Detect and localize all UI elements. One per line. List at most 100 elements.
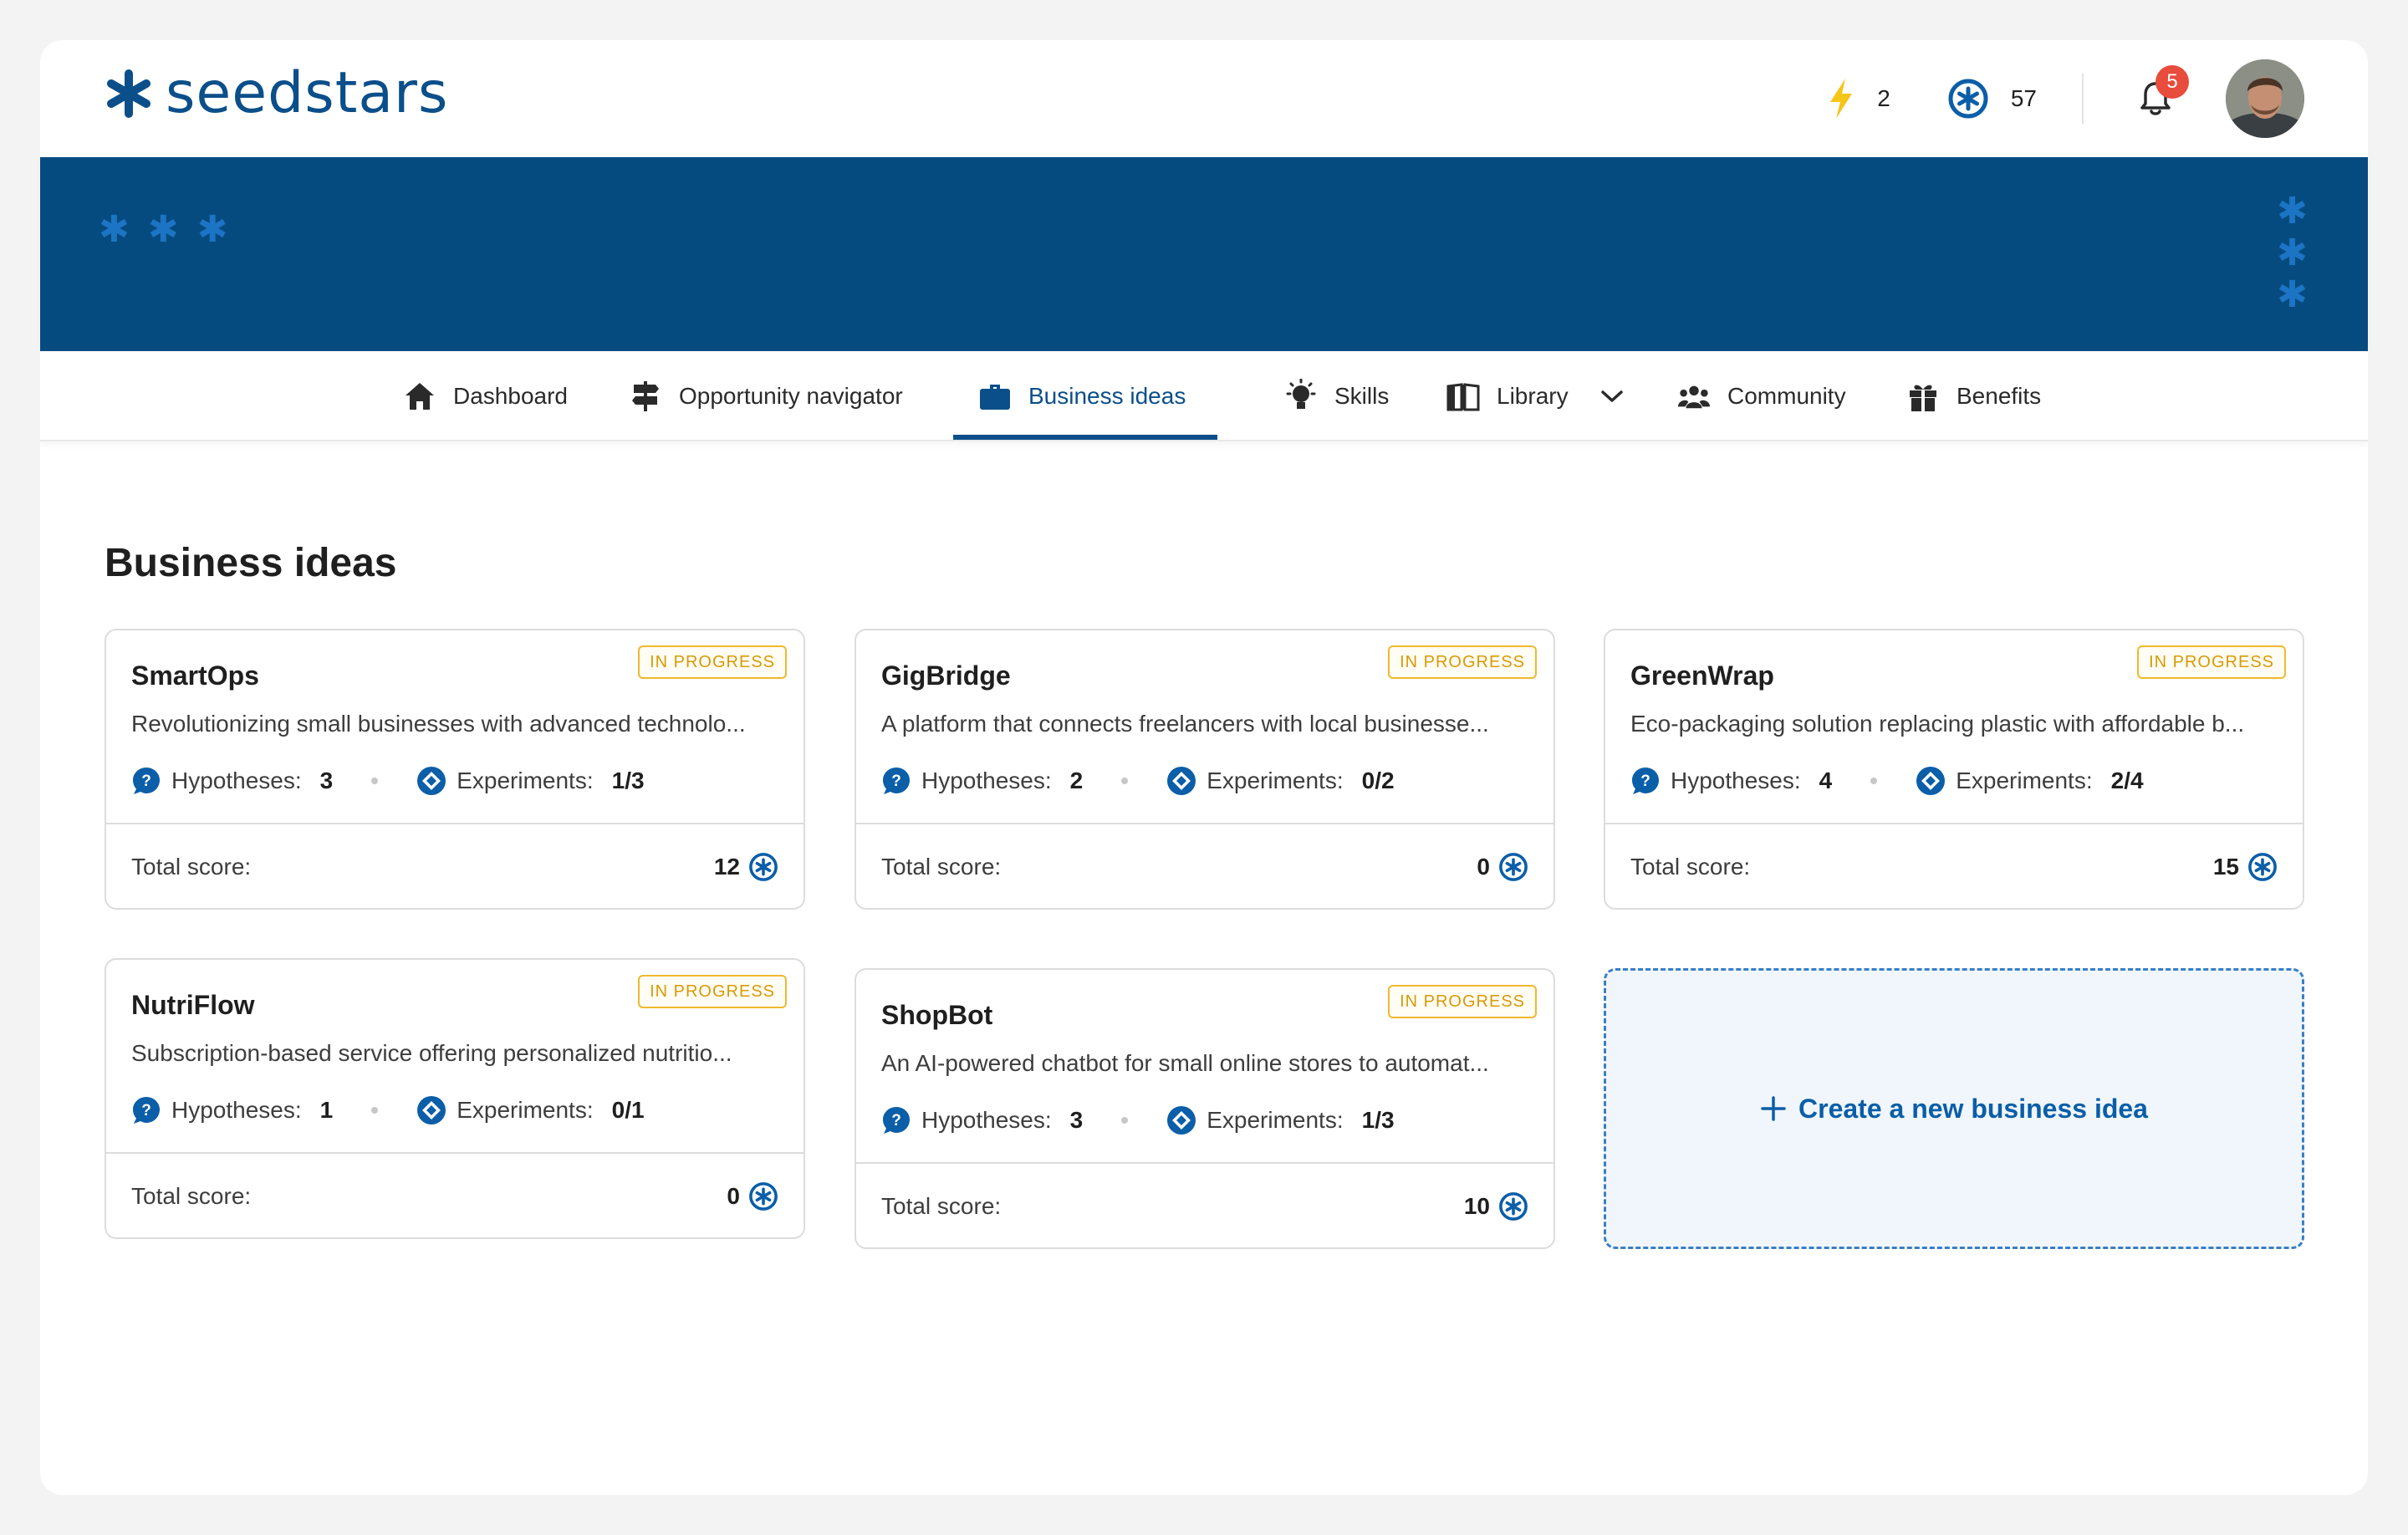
card-metrics: ? Hypotheses: 3 Experiments: 1/3: [131, 764, 645, 798]
nav-item-opportunity-navigator[interactable]: Opportunity navigator: [629, 351, 903, 441]
lightbulb-icon: [1284, 379, 1318, 413]
separator-dot: [1870, 778, 1878, 784]
score-value: 12: [713, 854, 740, 880]
hypotheses-metric: ? Hypotheses: 1: [131, 1095, 333, 1125]
energy-stat[interactable]: 2: [1827, 77, 1890, 120]
nav-item-library[interactable]: Library: [1446, 351, 1629, 441]
nav-label: Community: [1727, 383, 1846, 409]
total-score: 0: [727, 1181, 778, 1211]
nav-label: Business ideas: [1028, 383, 1186, 409]
seedstars-star-icon: [107, 69, 150, 118]
card-body: GreenWrap IN PROGRESS Eco-packaging solu…: [1605, 630, 2303, 824]
card-metrics: ? Hypotheses: 1 Experiments: 0/1: [131, 1094, 645, 1127]
plus-icon: [1761, 1096, 1786, 1121]
chevron-down-icon[interactable]: [1595, 380, 1629, 413]
svg-text:?: ?: [141, 1102, 151, 1119]
business-idea-card-gigbridge[interactable]: GigBridge IN PROGRESS A platform that co…: [855, 629, 1555, 910]
experiments-label: Experiments:: [1956, 768, 2093, 793]
star-coin-icon: [749, 853, 778, 881]
total-score-label: Total score:: [881, 1193, 1002, 1219]
total-score: 12: [714, 852, 778, 882]
hypotheses-metric: ? Hypotheses: 2: [881, 766, 1083, 796]
status-badge: IN PROGRESS: [1388, 645, 1537, 679]
create-label: Create a new business idea: [1798, 1093, 2148, 1124]
header-stats: 2 57 5: [1827, 54, 2304, 144]
status-badge: IN PROGRESS: [638, 975, 787, 1008]
hypotheses-value: 1: [319, 1097, 334, 1123]
status-badge: IN PROGRESS: [638, 645, 787, 679]
card-title: NutriFlow: [131, 990, 255, 1020]
score-value: 10: [1463, 1193, 1490, 1219]
energy-count: 2: [1877, 85, 1890, 111]
asterisk-icon: ✱: [147, 208, 179, 251]
svg-text:?: ?: [891, 773, 901, 790]
user-photo-icon: [2226, 59, 2304, 138]
active-tab-indicator: [953, 435, 1217, 440]
total-score: 15: [2213, 852, 2278, 882]
status-badge: IN PROGRESS: [1388, 985, 1537, 1018]
total-score-label: Total score:: [881, 854, 1002, 880]
question-bubble-icon: ?: [133, 768, 160, 794]
asterisk-icon: ✱: [2277, 190, 2308, 232]
card-title: GigBridge: [881, 660, 1011, 691]
signpost-icon: [629, 380, 662, 413]
experiments-label: Experiments:: [457, 1097, 594, 1123]
experiments-value: 1/3: [611, 768, 645, 793]
nav-item-community[interactable]: Community: [1677, 351, 1846, 441]
card-footer: Total score: 12: [131, 824, 778, 910]
business-idea-card-nutriflow[interactable]: NutriFlow IN PROGRESS Subscription-based…: [105, 958, 805, 1239]
business-idea-card-shopbot[interactable]: ShopBot IN PROGRESS An AI-powered chatbo…: [855, 968, 1555, 1249]
card-body: SmartOps IN PROGRESS Revolutionizing sma…: [106, 630, 804, 824]
experiments-value: 0/2: [1361, 768, 1395, 793]
total-score-label: Total score:: [131, 1183, 252, 1209]
question-bubble-icon: ?: [1632, 768, 1659, 794]
card-description: Revolutionizing small businesses with ad…: [131, 711, 746, 737]
avatar[interactable]: [2226, 59, 2304, 138]
gift-icon: [1906, 380, 1940, 413]
experiments-value: 0/1: [611, 1097, 645, 1123]
svg-text:?: ?: [891, 1112, 901, 1130]
nav-label: Skills: [1334, 383, 1390, 409]
experiment-diamond-icon: [417, 767, 446, 795]
experiments-label: Experiments:: [1207, 1107, 1344, 1133]
total-score-label: Total score:: [131, 854, 252, 880]
star-coin-icon: [749, 1182, 778, 1211]
nav-item-skills[interactable]: Skills: [1284, 351, 1389, 441]
nav-item-benefits[interactable]: Benefits: [1906, 351, 2041, 441]
question-bubble-icon: ?: [883, 1107, 910, 1134]
card-metrics: ? Hypotheses: 3 Experiments: 1/3: [881, 1104, 1395, 1137]
business-idea-card-smartops[interactable]: SmartOps IN PROGRESS Revolutionizing sma…: [105, 629, 805, 910]
total-score: 0: [1477, 852, 1528, 882]
hypotheses-value: 3: [319, 768, 334, 793]
hypotheses-metric: ? Hypotheses: 3: [131, 766, 333, 796]
hypotheses-label: Hypotheses:: [921, 768, 1052, 793]
separator-dot: [1121, 778, 1129, 784]
nav-item-business-ideas[interactable]: Business ideas: [978, 351, 1186, 441]
card-description: An AI-powered chatbot for small online s…: [881, 1050, 1489, 1076]
book-icon: [1446, 380, 1480, 413]
card-body: GigBridge IN PROGRESS A platform that co…: [856, 630, 1553, 824]
asterisk-icon: ✱: [2277, 232, 2308, 274]
nav-item-dashboard[interactable]: Dashboard: [403, 351, 568, 441]
stars-count: 57: [2010, 85, 2037, 111]
hypotheses-value: 3: [1069, 1107, 1084, 1133]
card-metrics: ? Hypotheses: 4 Experiments: 2/4: [1630, 764, 2144, 798]
seedstars-logo[interactable]: seedstars: [102, 65, 448, 122]
create-business-idea-button[interactable]: Create a new business idea: [1604, 968, 2304, 1249]
business-idea-card-greenwrap[interactable]: GreenWrap IN PROGRESS Eco-packaging solu…: [1604, 629, 2304, 910]
experiment-diamond-icon: [417, 1096, 446, 1124]
page-title: Business ideas: [105, 541, 397, 585]
card-footer: Total score: 10: [881, 1164, 1528, 1249]
hypotheses-value: 2: [1069, 768, 1084, 793]
svg-text:?: ?: [141, 773, 151, 790]
stars-stat[interactable]: 57: [1947, 78, 2037, 120]
card-body: ShopBot IN PROGRESS An AI-powered chatbo…: [856, 970, 1553, 1164]
notifications-button[interactable]: 5: [2130, 65, 2189, 124]
card-footer: Total score: 0: [881, 824, 1528, 910]
experiments-metric: Experiments: 2/4: [1916, 766, 2144, 796]
experiments-metric: Experiments: 0/2: [1166, 766, 1395, 796]
experiment-diamond-icon: [1167, 1106, 1196, 1135]
app-window: seedstars 2 57 5 ✱ ✱ ✱ ✱ ✱ ✱ Dashboard O…: [40, 40, 2368, 1495]
hero-banner: ✱ ✱ ✱ ✱ ✱ ✱: [40, 157, 2368, 351]
experiment-diamond-icon: [1916, 767, 1946, 795]
